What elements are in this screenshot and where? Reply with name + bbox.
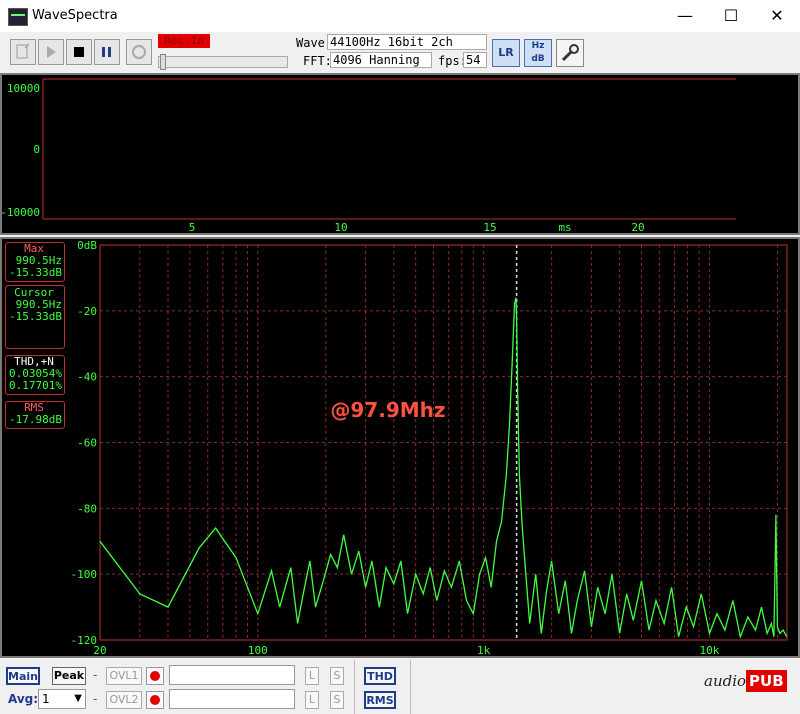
fps-field: 54 [463,52,487,68]
bottom-bar: Main Peak - OVL1 L S Avg: 1 ▼ - OVL2 L S … [0,660,800,714]
position-slider[interactable] [158,54,288,70]
close-button[interactable]: ✕ [754,0,800,32]
play-icon [47,46,56,58]
wave-x-label-5: 5 [189,221,196,234]
ovl1-indicator: OVL1 [106,667,142,685]
record-dot-icon [150,695,160,705]
hz-db-button[interactable]: Hz dB [524,39,552,67]
main-button[interactable]: Main [6,667,40,685]
y-tick-label: -60 [77,437,97,450]
x-tick-label: 1k [477,644,491,657]
window-title: WaveSpectra [32,8,118,23]
l1-button[interactable]: L [305,667,319,685]
record-dot-icon [150,671,160,681]
divider-2 [410,660,411,714]
title-bar: WaveSpectra — ☐ ✕ [0,0,800,32]
wave-y-label-top: 10000 [7,82,40,95]
stop-icon [74,47,84,57]
wave-y-label-zero: 0 [33,143,40,156]
y-tick-label: -40 [77,371,97,384]
wave-x-label-15: 15 [483,221,496,234]
open-file-button[interactable] [10,39,36,65]
app-icon [8,8,28,26]
spectrum-chart[interactable]: 0dB-20-40-60-80-100-12020 100 1k 10k @97.9M… [0,237,800,658]
waveform-plot[interactable]: 10000 0 -10000 5 10 15 ms 20 [0,73,800,235]
maximize-button[interactable]: ☐ [708,0,754,32]
minimize-button[interactable]: — [662,0,708,32]
pause-button[interactable] [94,39,120,65]
audiopub-logo: audio PUB [704,670,787,700]
avg-select[interactable]: 1 ▼ [38,689,86,709]
avg-value: 1 [42,692,50,706]
file-icon [16,43,30,59]
spectrum-grid [99,244,788,641]
play-button[interactable] [38,39,64,65]
settings-button[interactable] [556,39,584,67]
chevron-down-icon: ▼ [74,693,82,704]
logo-pub-text: PUB [746,670,787,692]
avg-label: Avg: [8,692,39,706]
waveform-panel: 10000 0 -10000 5 10 15 ms 20 [0,73,800,235]
rec-in-indicator: Rec.In [158,34,210,48]
divider [354,660,355,714]
x-tick-label: 100 [248,644,268,657]
l2-button[interactable]: L [305,691,319,709]
pause-icon [102,47,111,57]
separator-2: - [93,692,98,706]
s2-button[interactable]: S [330,691,344,709]
rec1-box[interactable] [146,667,164,685]
record-button[interactable] [126,39,152,65]
ovl2-indicator: OVL2 [106,691,142,709]
wave-x-unit: ms [558,221,571,234]
spectrum-panel: Max 990.5Hz -15.33dB Cursor 990.5Hz -15.… [0,237,800,658]
thd-button[interactable]: THD [364,667,396,685]
wrench-icon [561,44,579,62]
wave-y-label-bottom: -10000 [0,206,40,219]
slider-thumb[interactable] [160,54,166,70]
spectrum-series-line [99,297,788,640]
rec2-box[interactable] [146,691,164,709]
rms-button[interactable]: RMS [364,691,396,709]
fft-label: FFT: [303,54,332,68]
channel2-field[interactable] [169,689,295,709]
frequency-annotation: @97.9Mhz [330,398,445,422]
y-tick-label: -100 [71,568,98,581]
toolbar: Rec.In Wave: 44100Hz 16bit 2ch FFT: 4096… [0,32,800,72]
x-tick-label: 20 [93,644,106,657]
wave-x-label-20: 20 [631,221,644,234]
y-tick-label: -20 [77,305,97,318]
lr-button[interactable]: LR [492,39,520,67]
channel1-field[interactable] [169,665,295,685]
wave-format-field: 44100Hz 16bit 2ch [327,34,487,50]
s1-button[interactable]: S [330,667,344,685]
record-icon [132,45,146,59]
y-tick-label: -80 [77,502,97,515]
wave-x-label-10: 10 [334,221,347,234]
y-tick-label: 0dB [77,239,97,252]
x-tick-label: 10k [700,644,720,657]
stop-button[interactable] [66,39,92,65]
logo-audio-text: audio [704,672,747,690]
separator-1: - [93,668,98,682]
peak-button[interactable]: Peak [52,667,86,685]
fft-setting-field[interactable]: 4096 Hanning [330,52,432,68]
